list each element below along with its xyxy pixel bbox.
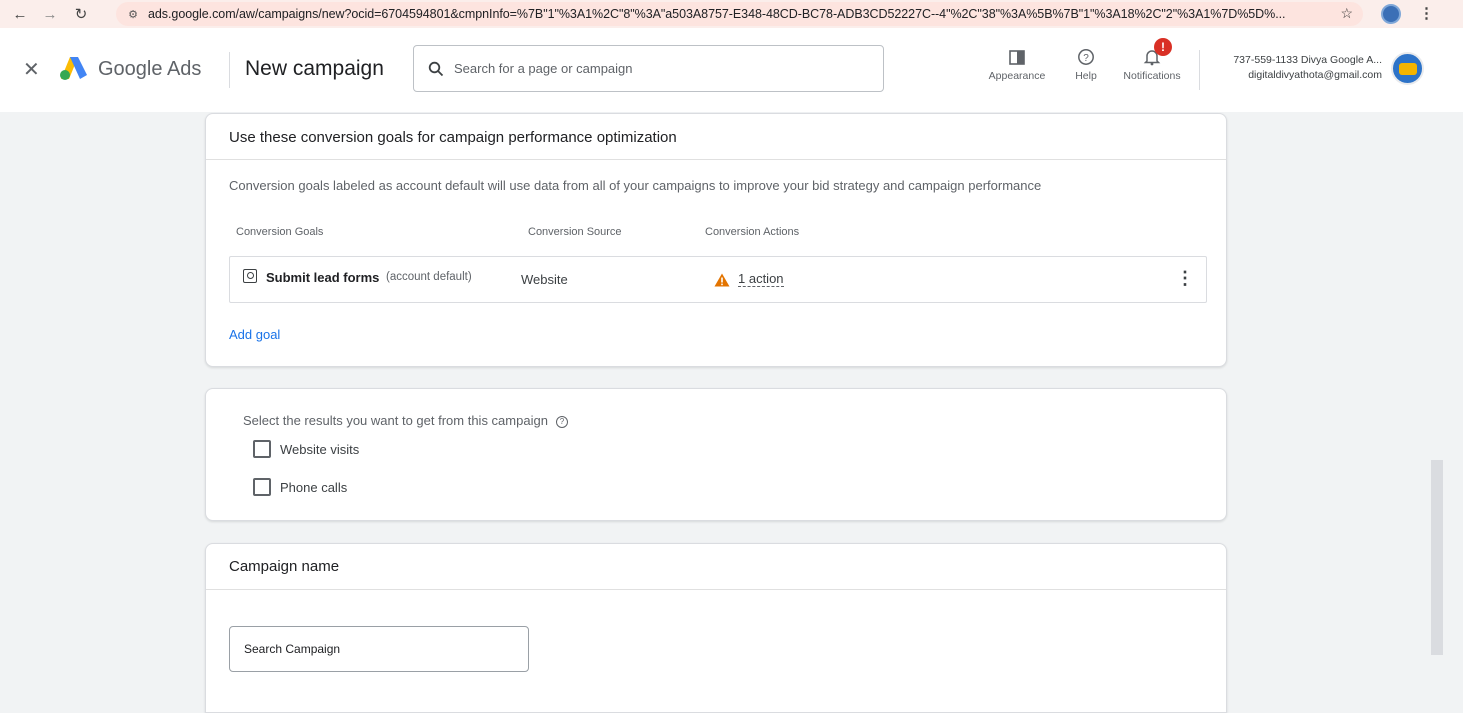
column-header-goals: Conversion Goals: [236, 226, 324, 238]
campaign-results-card: Select the results you want to get from …: [205, 388, 1227, 521]
appearance-button[interactable]: Appearance: [984, 44, 1050, 82]
browser-toolbar: ← → ↻ ⚙ ads.google.com/aw/campaigns/new?…: [0, 0, 1463, 28]
browser-menu-icon[interactable]: ⋮: [1419, 4, 1434, 22]
browser-profile-avatar[interactable]: [1381, 4, 1401, 24]
search-input[interactable]: Search for a page or campaign: [413, 45, 884, 92]
search-icon: [428, 61, 444, 76]
website-visits-checkbox[interactable]: [253, 440, 271, 458]
website-visits-option[interactable]: Website visits: [253, 440, 359, 458]
account-email: digitaldivyathota@gmail.com: [1248, 69, 1382, 81]
scrollbar-thumb[interactable]: [1431, 460, 1443, 655]
more-options-icon[interactable]: ⋮: [1176, 269, 1194, 287]
lead-form-icon: [243, 269, 257, 283]
help-label: Help: [1075, 70, 1097, 82]
svg-text:?: ?: [1083, 53, 1089, 64]
goal-default-tag: (account default): [386, 271, 472, 283]
conversion-description: Conversion goals labeled as account defa…: [229, 178, 1042, 193]
column-header-source: Conversion Source: [528, 226, 622, 238]
card-divider: [206, 159, 1226, 160]
account-info[interactable]: 737-559-1133 Divya Google A... digitaldi…: [1206, 53, 1382, 83]
reload-icon[interactable]: ↻: [70, 3, 92, 25]
header-divider-right: [1199, 50, 1200, 90]
phone-calls-checkbox[interactable]: [253, 478, 271, 496]
appearance-label: Appearance: [988, 70, 1046, 82]
address-bar[interactable]: ⚙ ads.google.com/aw/campaigns/new?ocid=6…: [116, 2, 1363, 26]
card-title: Campaign name: [229, 558, 340, 575]
notifications-label: Notifications: [1123, 70, 1181, 82]
goal-name: Submit lead forms: [266, 270, 380, 285]
warning-icon: [714, 273, 730, 287]
campaign-name-input[interactable]: Search Campaign: [229, 626, 529, 672]
forward-arrow-icon[interactable]: →: [39, 3, 61, 25]
search-placeholder: Search for a page or campaign: [454, 61, 633, 76]
main-content: Use these conversion goals for campaign …: [0, 112, 1441, 713]
phone-calls-option[interactable]: Phone calls: [253, 478, 347, 496]
avatar[interactable]: [1391, 52, 1424, 85]
column-header-actions: Conversion Actions: [705, 226, 800, 238]
google-ads-logo-icon: [60, 57, 87, 80]
appearance-icon: [984, 44, 1050, 70]
table-row[interactable]: Submit lead forms (account default) Webs…: [229, 256, 1207, 303]
header-divider: [229, 52, 230, 88]
conversion-goals-card: Use these conversion goals for campaign …: [205, 113, 1227, 367]
notification-badge: !: [1154, 38, 1172, 56]
url-text: ads.google.com/aw/campaigns/new?ocid=670…: [148, 7, 1286, 21]
results-label: Select the results you want to get from …: [243, 413, 568, 428]
conversion-actions-link[interactable]: 1 action: [738, 271, 784, 287]
campaign-name-card: Campaign name Search Campaign: [205, 543, 1227, 713]
bookmark-star-icon[interactable]: ☆: [1340, 5, 1353, 22]
site-settings-icon[interactable]: ⚙: [122, 8, 144, 21]
bell-icon: !: [1116, 38, 1188, 70]
card-divider: [206, 589, 1226, 590]
card-title: Use these conversion goals for campaign …: [229, 129, 677, 146]
website-visits-label: Website visits: [280, 441, 360, 457]
goal-source: Website: [521, 272, 568, 287]
back-arrow-icon[interactable]: ←: [9, 3, 31, 25]
phone-calls-label: Phone calls: [280, 479, 348, 495]
close-icon[interactable]: ✕: [23, 57, 40, 82]
brand-name: Google Ads: [98, 58, 202, 80]
account-name: 737-559-1133 Divya Google A...: [1233, 54, 1382, 66]
help-icon[interactable]: ?: [555, 416, 568, 428]
notifications-button[interactable]: ! Notifications: [1116, 38, 1188, 82]
help-button[interactable]: ? Help: [1070, 44, 1102, 82]
page-title: New campaign: [245, 57, 384, 80]
help-icon: ?: [1070, 44, 1102, 70]
app-header: ✕ Google Ads New campaign Search for a p…: [0, 28, 1463, 112]
add-goal-link[interactable]: Add goal: [229, 327, 280, 342]
